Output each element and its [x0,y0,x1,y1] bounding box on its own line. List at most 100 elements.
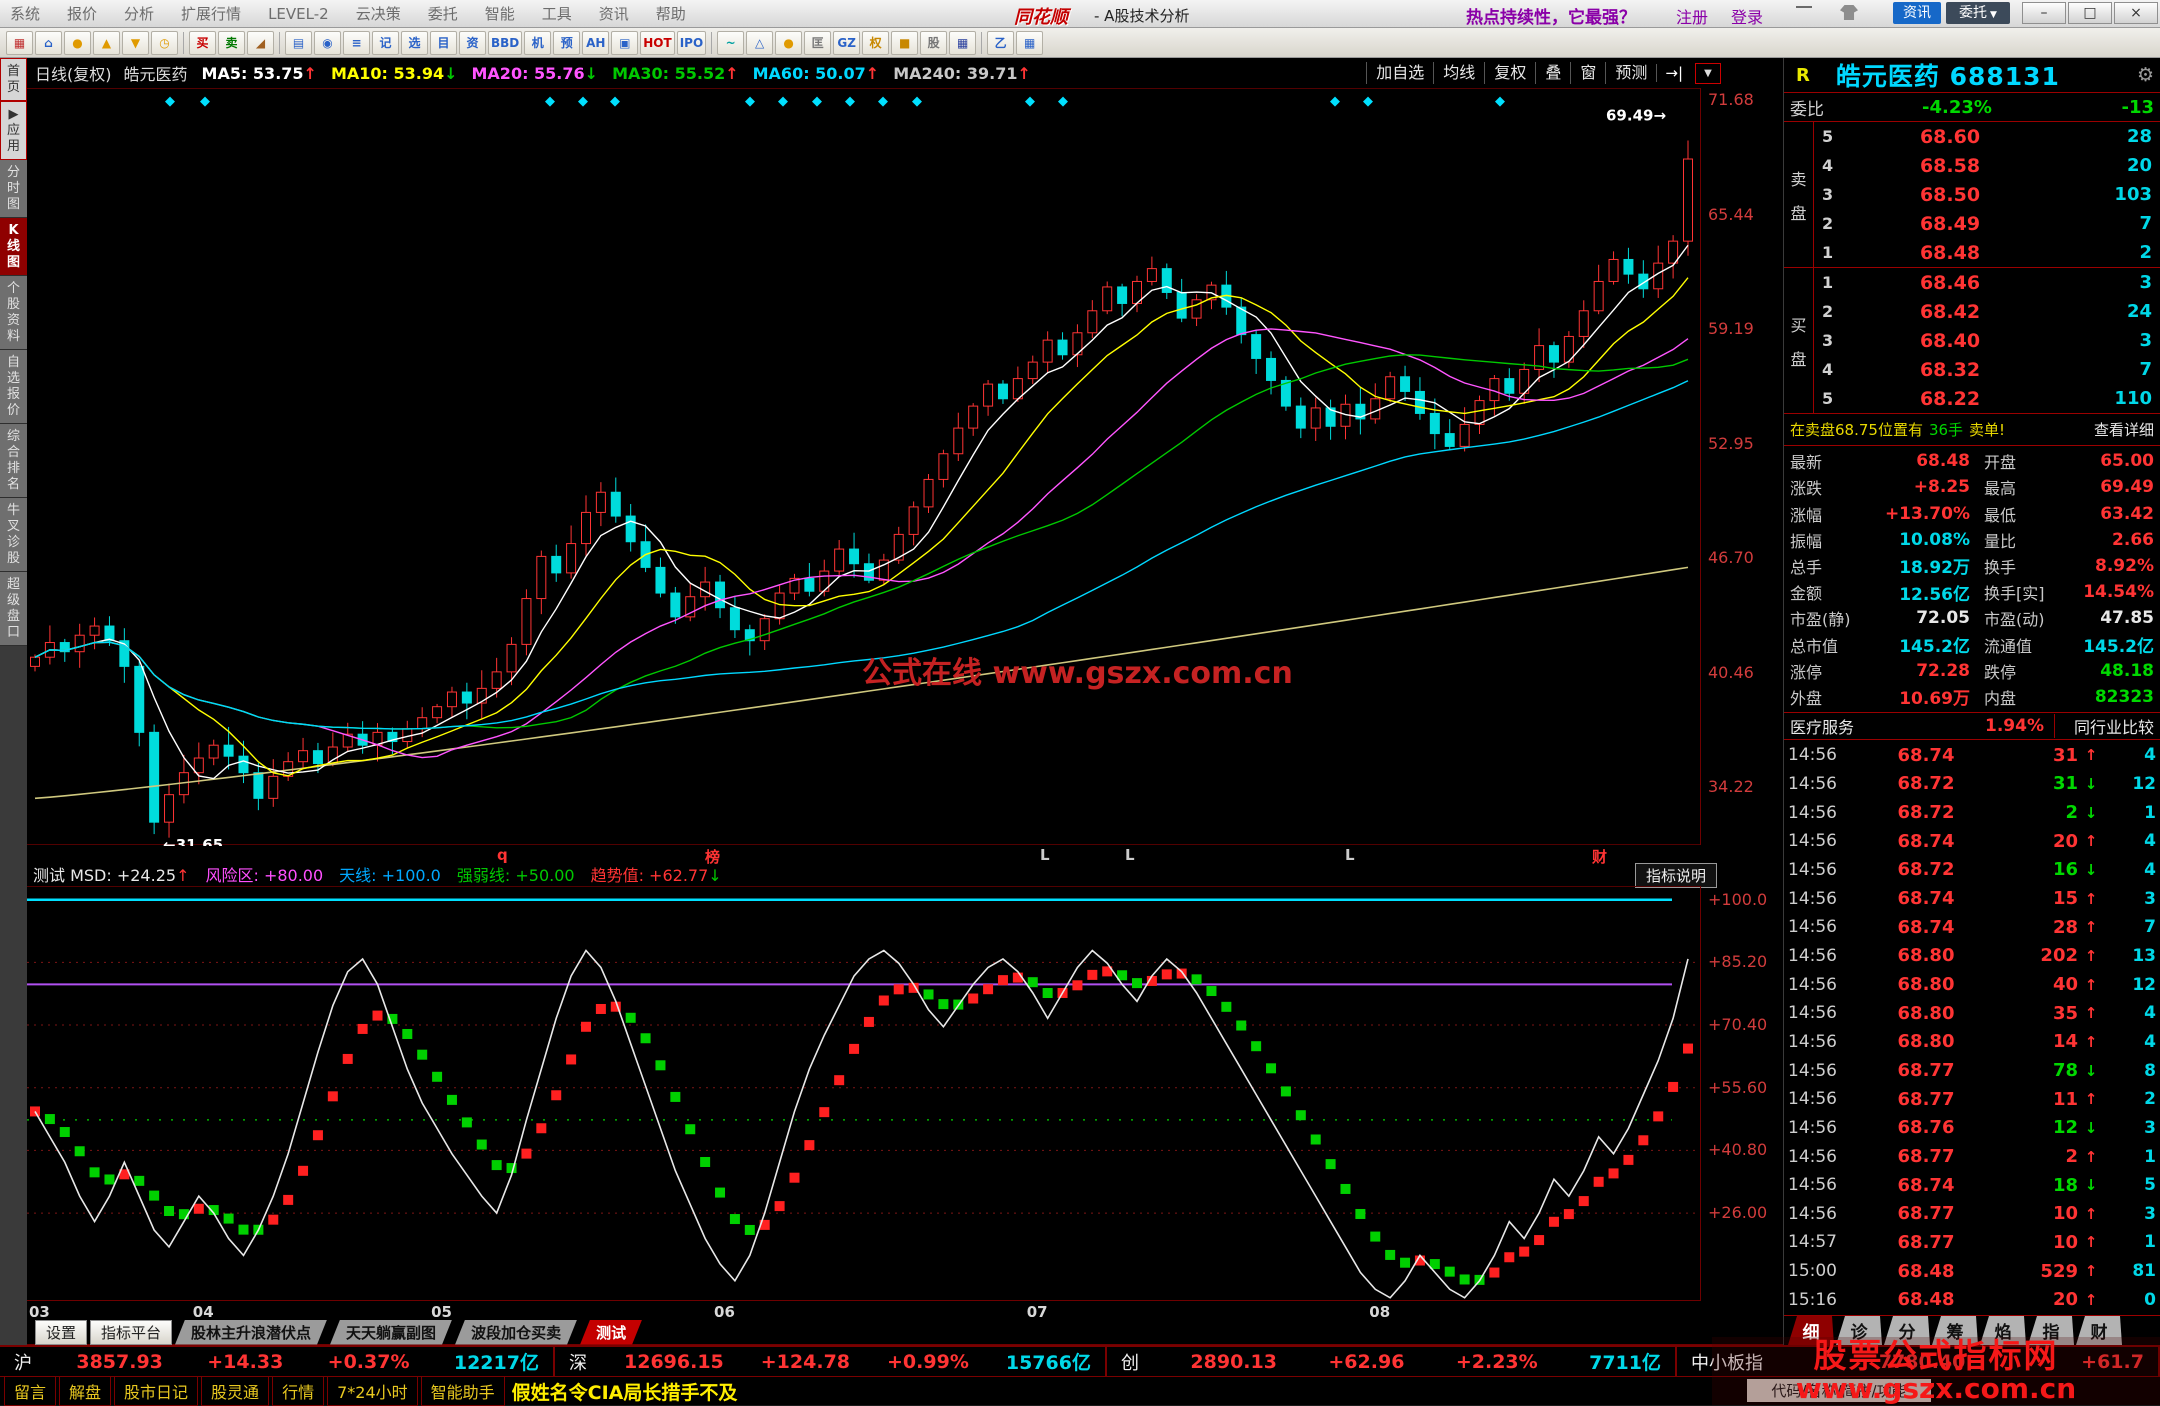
sell-row-1[interactable]: 168.482 [1814,238,2160,267]
wave-icon[interactable]: ~ [717,31,744,55]
status-link-股灵通[interactable]: 股灵通 [201,1376,269,1406]
tape-row-6[interactable]: 14:5668.7428↑7 [1788,913,2156,942]
header-button-窗[interactable]: 窗 [1570,62,1605,84]
tape-row-12[interactable]: 14:5668.7711↑2 [1788,1085,2156,1114]
sidebar-item-超级盘口[interactable]: 超级盘口 [0,572,27,646]
folder-icon[interactable]: ▤ [285,31,312,55]
tape-row-15[interactable]: 14:5668.7418↓5 [1788,1171,2156,1200]
gear-icon[interactable]: ⚙ [2137,64,2154,86]
tape-row-2[interactable]: 14:5668.722↓1 [1788,798,2156,827]
ball-icon[interactable]: ● [775,31,802,55]
tape-row-10[interactable]: 14:5668.8014↑4 [1788,1028,2156,1057]
header-button-预测[interactable]: 预测 [1605,62,1656,84]
menu-item-报价[interactable]: 报价 [67,3,97,24]
ipo-icon[interactable]: IPO [677,31,706,55]
terminal-icon[interactable]: ▣ [611,31,638,55]
header-button-复权[interactable]: 复权 [1484,62,1535,84]
register-link[interactable]: 注册 [1676,4,1708,28]
view-detail-link[interactable]: 查看详细 [2094,419,2154,440]
tape-row-7[interactable]: 14:5668.80202↑13 [1788,942,2156,971]
machine-icon[interactable]: 机 [524,31,551,55]
kline-plot[interactable]: ◆◆◆◆◆◆◆◆◆◆◆◆◆◆◆◆69.49→←31.65 [27,88,1700,845]
sidebar-item-综合排名[interactable]: 综合排名 [0,424,27,498]
palette-icon[interactable]: ▦ [6,31,33,55]
list-icon[interactable]: ≡ [343,31,370,55]
sidebar-item-个股资料[interactable]: 个股资料 [0,276,27,350]
buy-row-5[interactable]: 568.22110 [1814,384,2160,413]
bottom-tab-指标平台[interactable]: 指标平台 [90,1320,172,1345]
news-button[interactable]: 资讯 [1893,2,1941,24]
lock-icon[interactable]: ■ [891,31,918,55]
buy-row-3[interactable]: 368.403 [1814,326,2160,355]
arrow-down-icon[interactable]: ▼ [122,31,149,55]
clock-icon[interactable]: ◷ [151,31,178,55]
sell-row-4[interactable]: 468.5820 [1814,151,2160,180]
bottom-tab-波段加仓买卖[interactable]: 波段加仓买卖 [455,1320,577,1345]
tape-row-19[interactable]: 15:1668.4820↑0 [1788,1285,2156,1314]
trade-button[interactable]: 委托▼ [1946,2,2010,24]
kuang-icon[interactable]: 匡 [804,31,831,55]
bottom-tab-设置[interactable]: 设置 [35,1320,87,1345]
brush-icon[interactable]: ◢ [247,31,274,55]
home-icon[interactable]: ⌂ [35,31,62,55]
indicator-plot[interactable] [27,886,1700,1301]
sidebar-item-牛叉诊股[interactable]: 牛叉诊股 [0,498,27,572]
menu-item-系统[interactable]: 系统 [10,3,40,24]
sell-row-3[interactable]: 368.50103 [1814,180,2160,209]
notification-bell-icon[interactable] [1798,5,1816,21]
tape-row-1[interactable]: 14:5668.7231↓12 [1788,770,2156,799]
sidebar-item-K线图[interactable]: K线图 [0,218,27,276]
promo-link[interactable]: 热点持续性，它最强？ [1466,3,1636,28]
tape-list[interactable]: 14:5668.7431↑414:5668.7231↓1214:5668.722… [1784,740,2160,1315]
close-button[interactable]: × [2114,2,2158,24]
status-link-7*24小时[interactable]: 7*24小时 [327,1376,418,1406]
gz-icon[interactable]: GZ [833,31,860,55]
menu-item-资讯[interactable]: 资讯 [599,3,629,24]
index-segment-深[interactable]: 深12696.15+124.78+0.99%15766亿 [555,1347,1107,1376]
sell-row-5[interactable]: 568.6028 [1814,122,2160,151]
grid-icon[interactable]: ▦ [1016,31,1043,55]
restore-button[interactable]: □ [2068,2,2112,24]
menu-item-委托[interactable]: 委托 [428,3,458,24]
info-icon[interactable]: ◉ [314,31,341,55]
sidebar-item-应用[interactable]: ▶应用 [0,101,27,160]
peer-compare-link[interactable]: 同行业比较 [2054,714,2154,738]
sell-icon[interactable]: 卖 [218,31,245,55]
status-link-解盘[interactable]: 解盘 [59,1376,111,1406]
indicator-help-button[interactable]: 指标说明 [1635,863,1717,888]
status-link-智能助手[interactable]: 智能助手 [421,1376,505,1406]
menu-item-分析[interactable]: 分析 [124,3,154,24]
tape-row-14[interactable]: 14:5668.772↑1 [1788,1142,2156,1171]
sidebar-item-首页[interactable]: 首页 [0,58,27,101]
menu-item-帮助[interactable]: 帮助 [656,3,686,24]
menu-item-LEVEL-2[interactable]: LEVEL-2 [268,5,329,23]
tape-row-3[interactable]: 14:5668.7420↑4 [1788,827,2156,856]
bottom-tab-股林主升浪潜伏点[interactable]: 股林主升浪潜伏点 [175,1320,327,1345]
login-link[interactable]: 登录 [1731,4,1763,28]
tape-row-17[interactable]: 14:5768.7710↑1 [1788,1228,2156,1257]
buy-row-4[interactable]: 468.327 [1814,355,2160,384]
tape-row-11[interactable]: 14:5668.7778↓8 [1788,1056,2156,1085]
tape-row-5[interactable]: 14:5668.7415↑3 [1788,884,2156,913]
menu-item-工具[interactable]: 工具 [542,3,572,24]
header-button-叠[interactable]: 叠 [1535,62,1570,84]
status-link-股市日记[interactable]: 股市日记 [114,1376,198,1406]
bottom-tab-测试[interactable]: 测试 [580,1320,642,1345]
bottom-tab-天天躺赢副图[interactable]: 天天躺赢副图 [330,1320,452,1345]
menu-item-扩展行情[interactable]: 扩展行情 [181,3,241,24]
tape-row-13[interactable]: 14:5668.7612↓3 [1788,1114,2156,1143]
period-dropdown-icon[interactable]: ▼ [1695,63,1721,84]
buy-row-1[interactable]: 168.463 [1814,268,2160,297]
header-button-加自选[interactable]: 加自选 [1366,62,1433,84]
skin-icon[interactable] [1840,5,1858,20]
sidebar-item-分时图[interactable]: 分时图 [0,160,27,218]
next-period-icon[interactable]: →| [1656,64,1691,82]
menu-item-云决策[interactable]: 云决策 [356,3,401,24]
minimize-button[interactable]: – [2022,2,2066,24]
tape-row-16[interactable]: 14:5668.7710↑3 [1788,1200,2156,1229]
tape-row-0[interactable]: 14:5668.7431↑4 [1788,741,2156,770]
tape-row-9[interactable]: 14:5668.8035↑4 [1788,999,2156,1028]
index-segment-创[interactable]: 创2890.13+62.96+2.23%7711亿 [1107,1347,1677,1376]
bbd-icon[interactable]: BBD [488,31,522,55]
us-flag-icon[interactable]: ▦ [949,31,976,55]
